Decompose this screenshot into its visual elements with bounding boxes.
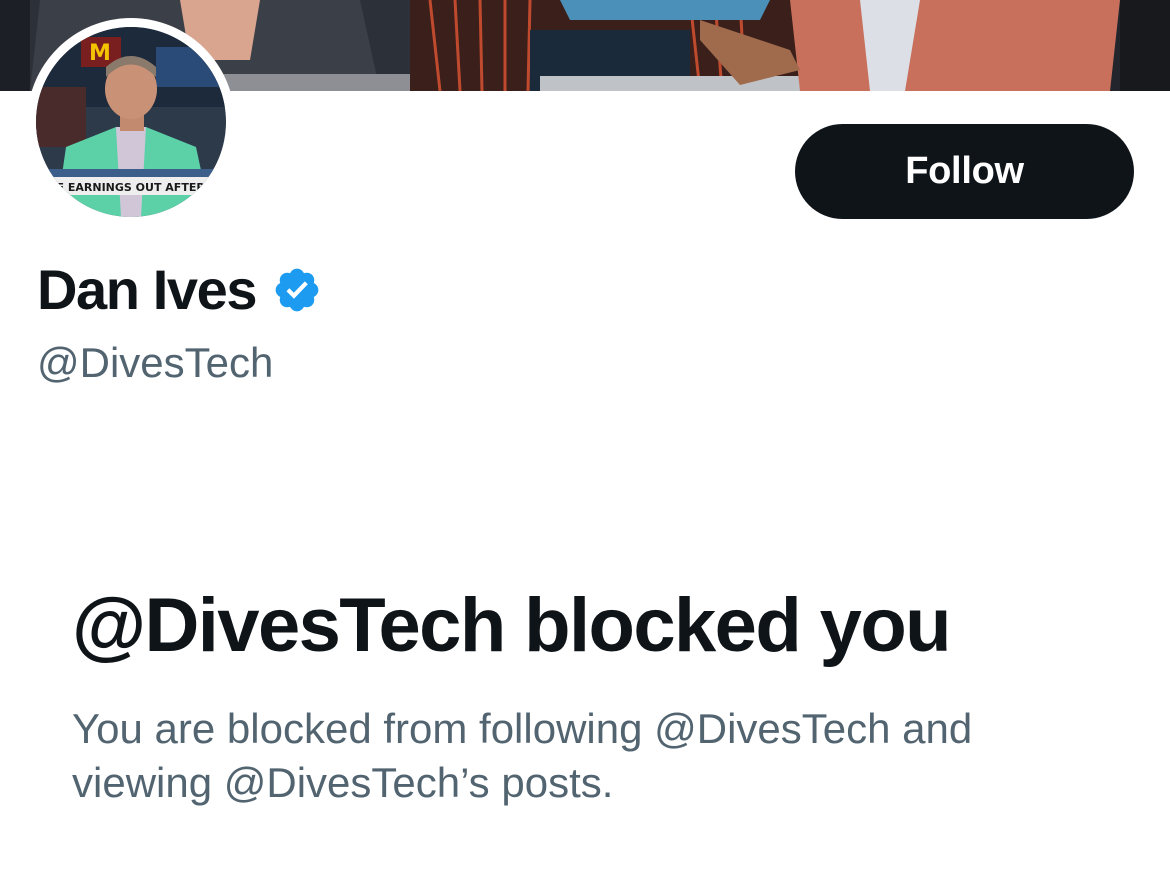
avatar-photo: M RCE EARNINGS OUT AFTER [36,27,226,217]
blocked-description: You are blocked from following @DivesTec… [72,705,973,806]
avatar[interactable]: M RCE EARNINGS OUT AFTER [36,27,226,217]
profile-handle: @DivesTech [37,339,274,386]
profile-name-row: Dan Ives [37,258,322,322]
follow-button[interactable]: Follow [795,124,1134,219]
blocked-title: @DivesTech blocked you [72,583,952,668]
verified-badge-icon[interactable] [272,265,322,315]
svg-text:M: M [89,41,111,66]
display-name: Dan Ives [37,258,258,321]
